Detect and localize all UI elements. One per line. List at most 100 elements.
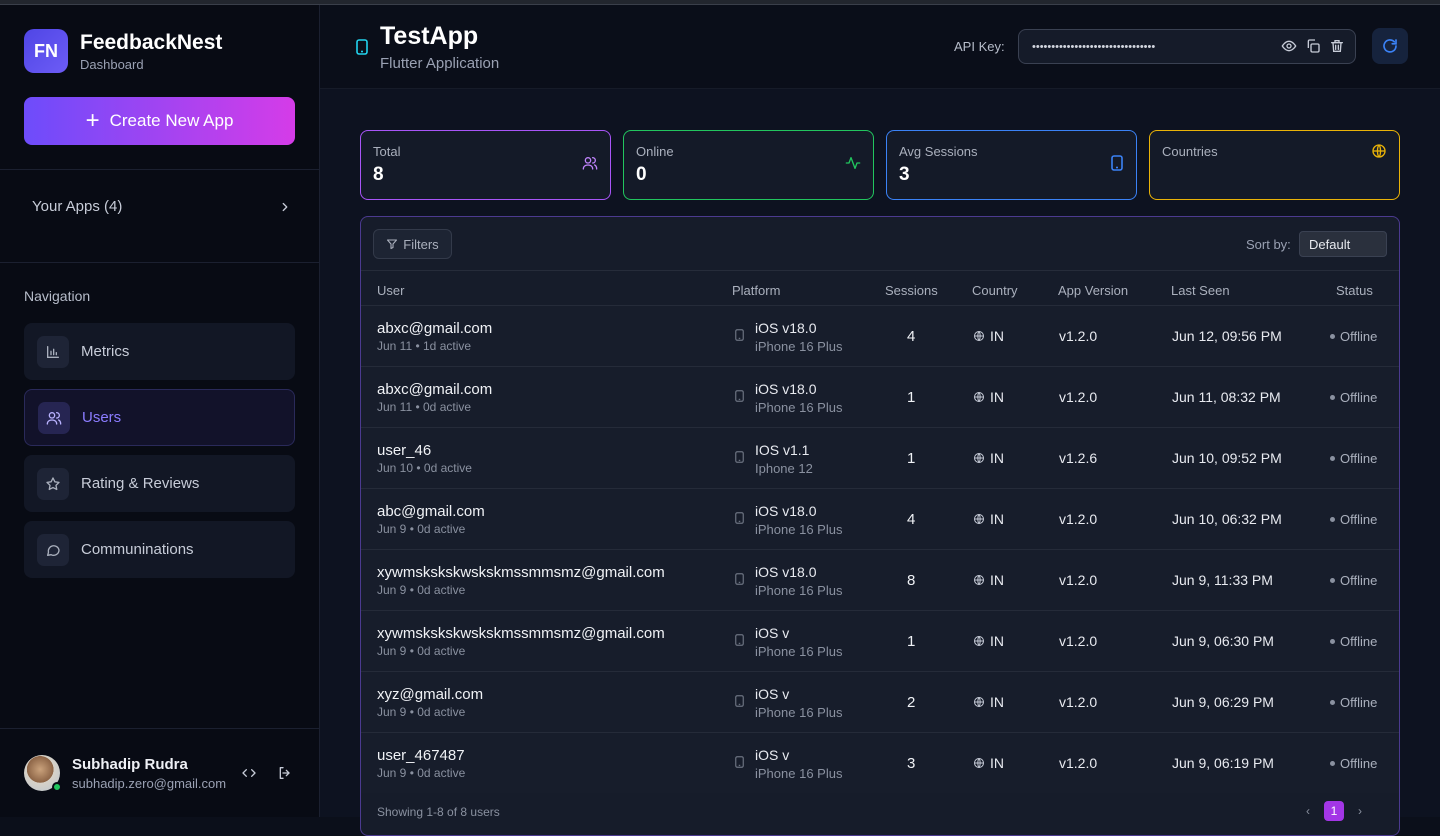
user-email: abxc@gmail.com: [377, 320, 493, 337]
sessions-count: 3: [907, 755, 916, 772]
platform-device: iPhone 16 Plus: [755, 705, 843, 720]
app-version: v1.2.0: [1059, 572, 1098, 588]
phone-icon: [735, 512, 744, 524]
column-header-status[interactable]: Status: [1336, 283, 1373, 298]
your-apps-toggle[interactable]: Your Apps (4): [32, 198, 292, 215]
filters-button[interactable]: Filters: [373, 229, 452, 259]
column-header-last-seen[interactable]: Last Seen: [1171, 283, 1230, 298]
divider: [0, 169, 320, 170]
country-cell: IN: [973, 694, 1004, 710]
column-header-country[interactable]: Country: [972, 283, 1018, 298]
status-label: Offline: [1340, 756, 1378, 771]
phone-icon: [735, 573, 744, 585]
country-cell: IN: [973, 633, 1004, 649]
column-header-user[interactable]: User: [377, 283, 404, 298]
table-row[interactable]: xywmskskskwskskmssmmsmz@gmail.com Jun 9 •…: [361, 549, 1399, 610]
user-activity-meta: Jun 11 • 1d active: [377, 339, 472, 353]
sort-select[interactable]: Default: [1299, 231, 1387, 257]
api-key-value: ••••••••••••••••••••••••••••••••: [1032, 40, 1156, 53]
app-version: v1.2.0: [1059, 328, 1098, 344]
table-row[interactable]: abc@gmail.com Jun 9 • 0d active iOS v18.0 i…: [361, 488, 1399, 549]
phone-icon: [735, 329, 744, 341]
app-header: TestApp Flutter Application API Key: •••…: [320, 5, 1440, 89]
table-row[interactable]: xywmskskskwskskmssmmsmz@gmail.com Jun 9 •…: [361, 610, 1399, 671]
platform-os: iOS v: [755, 686, 790, 702]
platform-device: iPhone 16 Plus: [755, 400, 843, 415]
user-email: abxc@gmail.com: [377, 381, 493, 398]
sessions-count: 1: [907, 389, 916, 406]
nav-item-users[interactable]: Users: [24, 389, 295, 446]
app-title: TestApp: [380, 22, 479, 50]
stat-label: Total: [373, 144, 401, 159]
your-apps-label: Your Apps (4): [32, 198, 123, 215]
create-new-app-button[interactable]: + Create New App: [24, 97, 295, 145]
eye-icon[interactable]: [1281, 38, 1297, 54]
status-dot: [1330, 761, 1335, 766]
users-table-panel: Filters Sort by: Default User Platform S…: [360, 216, 1400, 836]
country-cell: IN: [973, 389, 1004, 405]
country-code: IN: [990, 694, 1004, 710]
status-label: Offline: [1340, 695, 1378, 710]
plus-icon: +: [85, 107, 100, 134]
logout-icon[interactable]: [277, 765, 293, 781]
api-key-field[interactable]: ••••••••••••••••••••••••••••••••: [1018, 29, 1356, 64]
stat-value: 3: [899, 164, 910, 185]
table-row[interactable]: abxc@gmail.com Jun 11 • 1d active iOS v18.…: [361, 305, 1399, 366]
phone-icon: [735, 390, 744, 402]
sessions-count: 1: [907, 633, 916, 650]
app-version: v1.2.0: [1059, 389, 1098, 405]
status-label: Offline: [1340, 573, 1378, 588]
app-version: v1.2.0: [1059, 633, 1098, 649]
table-row[interactable]: abxc@gmail.com Jun 11 • 0d active iOS v18.…: [361, 366, 1399, 427]
country-cell: IN: [973, 755, 1004, 771]
status-label: Offline: [1340, 390, 1378, 405]
status-label: Offline: [1340, 451, 1378, 466]
user-name: Subhadip Rudra: [72, 755, 188, 773]
status-badge: Offline: [1330, 756, 1377, 771]
users-icon: [38, 401, 70, 434]
trash-icon[interactable]: [1329, 38, 1345, 54]
column-header-app-version[interactable]: App Version: [1058, 283, 1128, 298]
column-header-sessions[interactable]: Sessions: [885, 283, 938, 298]
refresh-button[interactable]: [1372, 28, 1408, 64]
last-seen: Jun 9, 06:19 PM: [1172, 755, 1274, 771]
copy-icon[interactable]: [1305, 38, 1321, 54]
platform-os: iOS v: [755, 625, 790, 641]
chevron-right-icon[interactable]: ›: [1358, 804, 1362, 818]
table-row[interactable]: user_46 Jun 10 • 0d active IOS v1.1 Iphone …: [361, 427, 1399, 488]
table-row[interactable]: user_467487 Jun 9 • 0d active iOS v iPhone …: [361, 732, 1399, 793]
page-button-current[interactable]: 1: [1324, 801, 1344, 821]
status-badge: Offline: [1330, 573, 1377, 588]
table-row[interactable]: xyz@gmail.com Jun 9 • 0d active iOS v iPhon…: [361, 671, 1399, 732]
country-code: IN: [990, 328, 1004, 344]
status-dot: [1330, 517, 1335, 522]
refresh-icon: [1383, 39, 1397, 53]
platform-os: iOS v18.0: [755, 320, 817, 336]
chat-icon: [37, 533, 69, 566]
code-icon[interactable]: [241, 765, 257, 781]
column-header-platform[interactable]: Platform: [732, 283, 780, 298]
last-seen: Jun 9, 11:33 PM: [1172, 572, 1273, 588]
activity-icon: [845, 157, 861, 169]
status-dot: [1330, 456, 1335, 461]
country-cell: IN: [973, 328, 1004, 344]
user-email: abc@gmail.com: [377, 503, 485, 520]
stat-value: 0: [636, 164, 647, 185]
last-seen: Jun 10, 09:52 PM: [1172, 450, 1282, 466]
nav-item-communications[interactable]: Communinations: [24, 521, 295, 578]
chevron-left-icon[interactable]: ‹: [1306, 804, 1310, 818]
user-activity-meta: Jun 9 • 0d active: [377, 522, 466, 536]
nav-item-metrics[interactable]: Metrics: [24, 323, 295, 380]
nav-item-rating-reviews[interactable]: Rating & Reviews: [24, 455, 295, 512]
last-seen: Jun 11, 08:32 PM: [1172, 389, 1281, 405]
country-code: IN: [990, 511, 1004, 527]
filter-icon: [387, 239, 398, 250]
navigation-heading: Navigation: [24, 288, 91, 304]
brand: FN FeedbackNest Dashboard: [24, 29, 222, 73]
status-dot: [1330, 639, 1335, 644]
status-badge: Offline: [1330, 390, 1377, 405]
stat-value: 8: [373, 164, 384, 185]
app-version: v1.2.6: [1059, 450, 1098, 466]
create-new-app-label: Create New App: [109, 111, 234, 130]
status-label: Offline: [1340, 329, 1378, 344]
